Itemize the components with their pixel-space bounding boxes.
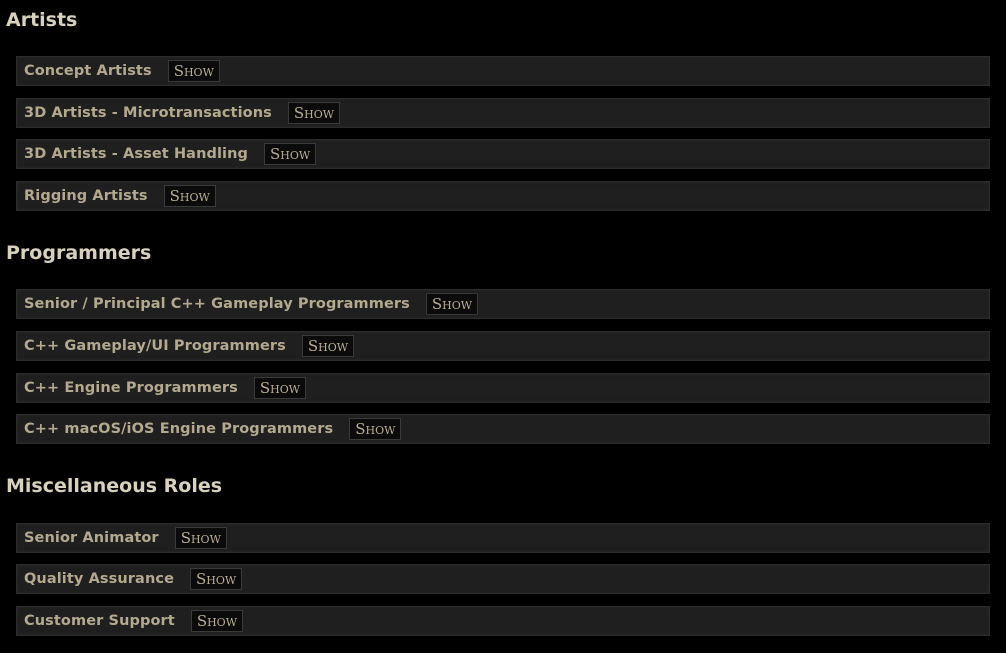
job-row-senior-animator: Senior Animator Show (16, 523, 990, 553)
show-button[interactable]: Show (287, 102, 341, 124)
job-title: Senior / Principal C++ Gameplay Programm… (24, 296, 410, 312)
job-row-3d-artists-microtransactions: 3D Artists - Microtransactions Show (16, 98, 990, 128)
job-title: Customer Support (24, 613, 175, 629)
job-title: C++ macOS/iOS Engine Programmers (24, 421, 334, 437)
show-button[interactable]: Show (167, 60, 220, 82)
show-button[interactable]: Show (163, 185, 216, 207)
show-button[interactable]: Show (174, 527, 227, 549)
show-button[interactable]: Show (190, 610, 244, 632)
show-button[interactable]: Show (425, 293, 479, 315)
job-row-rigging-artists: Rigging Artists Show (16, 181, 990, 211)
show-button[interactable]: Show (349, 418, 402, 440)
section-title-programmers: Programmers (6, 242, 152, 264)
job-row-senior-principal-cpp-gameplay: Senior / Principal C++ Gameplay Programm… (16, 289, 990, 319)
job-row-cpp-gameplay-ui: C++ Gameplay/UI Programmers Show (16, 331, 990, 361)
job-row-cpp-macos-ios-engine: C++ macOS/iOS Engine Programmers Show (16, 414, 990, 444)
job-title: C++ Engine Programmers (24, 380, 238, 396)
job-row-quality-assurance: Quality Assurance Show (16, 564, 990, 594)
job-row-cpp-engine: C++ Engine Programmers Show (16, 373, 990, 403)
job-title: Rigging Artists (24, 188, 148, 204)
job-title: Concept Artists (24, 63, 152, 79)
job-row-3d-artists-asset-handling: 3D Artists - Asset Handling Show (16, 139, 990, 169)
job-listings-page: Artists Concept Artists Show 3D Artists … (0, 0, 1006, 653)
job-title: Quality Assurance (24, 571, 174, 587)
section-title-artists: Artists (6, 9, 78, 31)
show-button[interactable]: Show (253, 377, 307, 399)
job-title: Senior Animator (24, 530, 159, 546)
section-title-miscellaneous-roles: Miscellaneous Roles (6, 475, 223, 497)
show-button[interactable]: Show (301, 335, 355, 357)
job-title: 3D Artists - Microtransactions (24, 105, 272, 121)
show-button[interactable]: Show (190, 568, 243, 590)
show-button[interactable]: Show (264, 143, 317, 165)
job-row-customer-support: Customer Support Show (16, 606, 990, 636)
job-title: 3D Artists - Asset Handling (24, 146, 249, 162)
job-title: C++ Gameplay/UI Programmers (24, 338, 286, 354)
job-row-concept-artists: Concept Artists Show (16, 56, 990, 86)
